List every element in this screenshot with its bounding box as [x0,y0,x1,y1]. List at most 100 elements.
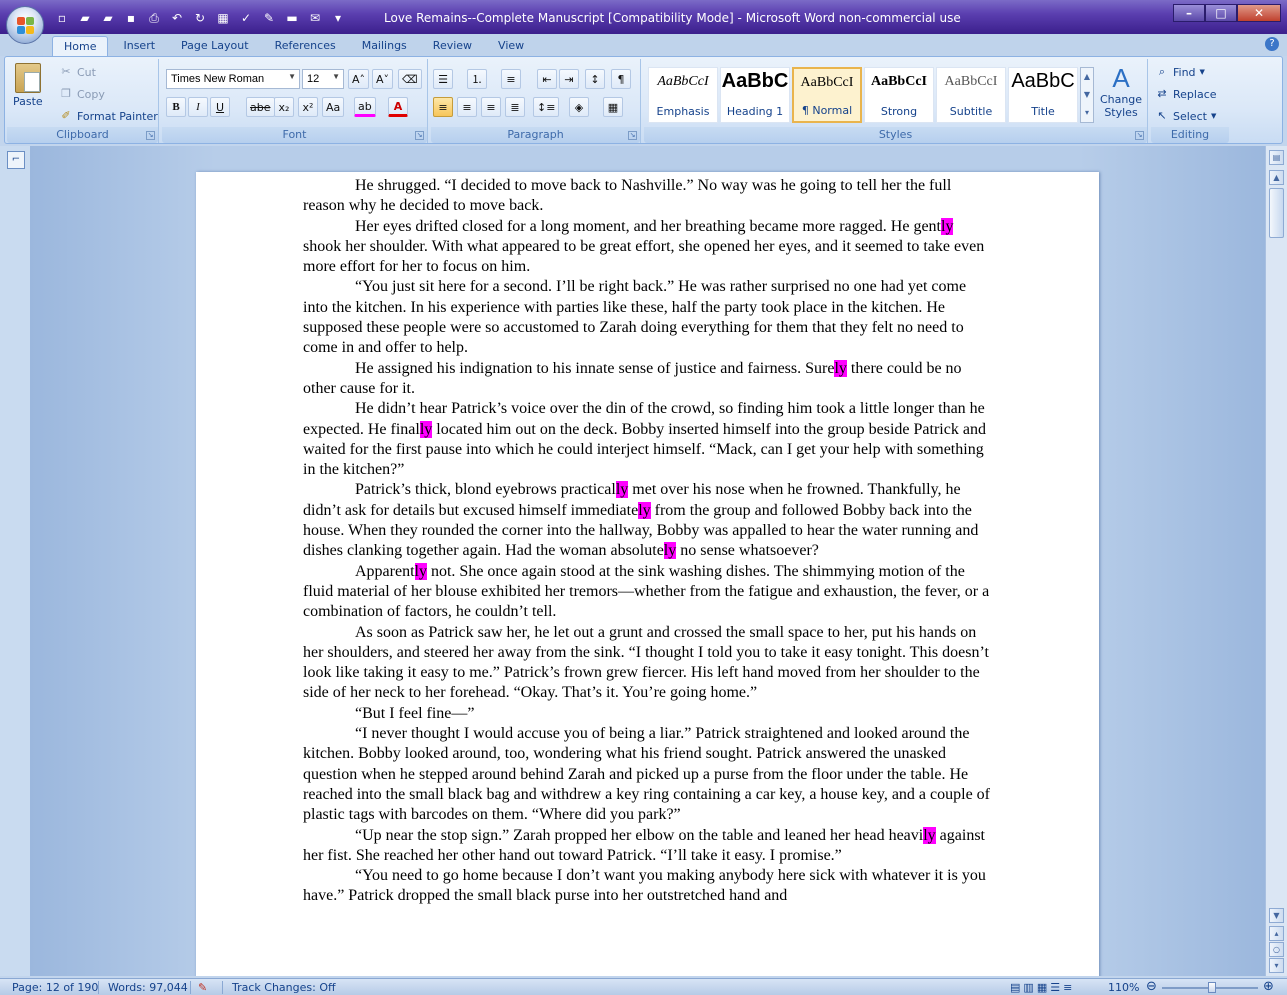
format-icon[interactable]: ✎ [259,9,279,27]
shading-button[interactable]: ◈ [569,97,589,117]
underline-button[interactable]: U [210,97,230,117]
align-center-button[interactable]: ≡ [457,97,477,117]
paragraph[interactable]: “You just sit here for a second. I’ll be… [303,277,993,358]
redo-icon[interactable]: ↻ [190,9,210,27]
font-size-box[interactable]: 12 ▼ [302,69,344,89]
style-heading-1[interactable]: AaBbC Heading 1 [720,67,790,123]
select-button[interactable]: ↖ Select ▼ [1155,109,1216,123]
zoom-slider-thumb[interactable] [1208,982,1216,993]
proofing-icon[interactable]: ✎ [198,981,207,994]
minimize-button[interactable]: – [1173,4,1205,22]
strikethrough-button[interactable]: abe [246,97,275,117]
zoom-out-icon[interactable]: ⊖ [1146,979,1157,994]
folder-icon[interactable]: ▬ [282,9,302,27]
open-icon[interactable]: ▰ [75,9,95,27]
draft-icon[interactable]: ≡ [1063,981,1075,994]
bullets-button[interactable]: ☰ [433,69,453,89]
copy-button[interactable]: ❐ Copy [59,87,105,101]
office-button[interactable] [6,6,44,44]
page-count[interactable]: Page: 12 of 190 [12,981,98,994]
full-screen-reading-icon[interactable]: ▥ [1023,981,1036,994]
paragraph-launcher-icon[interactable]: ↘ [628,131,637,140]
paragraph[interactable]: Patrick’s thick, blond eyebrows practica… [303,480,993,561]
new-document-icon[interactable]: ▫ [52,9,72,27]
paragraph[interactable]: He assigned his indignation to his innat… [303,359,993,400]
document-body[interactable]: He shrugged. “I decided to move back to … [303,176,993,907]
ruler-toggle-icon[interactable]: ⌐ [7,151,25,169]
sort-button[interactable]: ↕ [585,69,605,89]
open-folder-icon[interactable]: ▰ [98,9,118,27]
tab-references[interactable]: References [264,36,347,56]
more-styles-icon[interactable]: ▾ [1081,104,1093,122]
style-strong[interactable]: AaBbCcI Strong [864,67,934,123]
vertical-scrollbar[interactable]: ▤ ▲ ▼ ▴ ○ ▾ [1265,146,1287,976]
scroll-down-icon[interactable]: ▼ [1081,86,1093,104]
styles-scroll[interactable]: ▲ ▼ ▾ [1080,67,1094,123]
help-icon[interactable]: ? [1265,37,1279,51]
customize-qat-icon[interactable]: ▾ [328,9,348,27]
zoom-level[interactable]: 110% [1108,981,1139,994]
view-buttons[interactable]: ▤▥▦☰≡ [1010,981,1075,994]
undo-icon[interactable]: ↶ [167,9,187,27]
paste-button[interactable]: Paste [13,63,43,108]
select-browse-object-icon[interactable]: ○ [1269,942,1284,957]
save-icon[interactable]: ▪ [121,9,141,27]
paragraph[interactable]: “You need to go home because I don’t wan… [303,866,993,907]
increase-indent-button[interactable]: ⇥ [559,69,579,89]
shrink-font-button[interactable]: A˅ [372,69,394,89]
align-right-button[interactable]: ≡ [481,97,501,117]
tab-review[interactable]: Review [422,36,483,56]
tab-insert[interactable]: Insert [112,36,166,56]
change-styles-button[interactable]: A Change Styles [1098,63,1144,119]
next-page-icon[interactable]: ▾ [1269,958,1284,973]
styles-launcher-icon[interactable]: ↘ [1135,131,1144,140]
tab-mailings[interactable]: Mailings [351,36,418,56]
tab-home[interactable]: Home [52,36,109,56]
line-spacing-button[interactable]: ↕≡ [533,97,560,117]
superscript-button[interactable]: x² [298,97,318,117]
envelope-icon[interactable]: ✉ [305,9,325,27]
paragraph[interactable]: “But I feel fine—” [303,704,993,724]
paragraph[interactable]: He shrugged. “I decided to move back to … [303,176,993,217]
previous-page-icon[interactable]: ▴ [1269,926,1284,941]
paragraph[interactable]: “I never thought I would accuse you of b… [303,724,993,825]
paragraph[interactable]: Apparently not. She once again stood at … [303,562,993,623]
highlight-button[interactable]: ab [354,97,376,117]
show-formatting-button[interactable]: ¶ [611,69,631,89]
scroll-up-icon[interactable]: ▲ [1081,68,1093,86]
outline-icon[interactable]: ☰ [1050,981,1063,994]
style-normal[interactable]: AaBbCcI ¶ Normal [792,67,862,123]
numbering-button[interactable]: ⒈ [467,69,487,89]
maximize-button[interactable]: □ [1205,4,1237,22]
zoom-in-icon[interactable]: ⊕ [1263,979,1274,994]
print-icon[interactable]: ⎙ [144,9,164,27]
scroll-thumb[interactable] [1269,188,1284,238]
track-changes-status[interactable]: Track Changes: Off [232,981,336,994]
word-count[interactable]: Words: 97,044 [108,981,188,994]
paragraph[interactable]: “Up near the stop sign.” Zarah propped h… [303,826,993,867]
paragraph[interactable]: He didn’t hear Patrick’s voice over the … [303,399,993,480]
tab-view[interactable]: View [487,36,535,56]
bold-button[interactable]: B [166,97,186,117]
style-emphasis[interactable]: AaBbCcI Emphasis [648,67,718,123]
style-title[interactable]: AaBbC Title [1008,67,1078,123]
font-color-button[interactable]: A [388,97,408,117]
change-case-button[interactable]: Aa [322,97,345,117]
print-layout-icon[interactable]: ▤ [1010,981,1023,994]
justify-button[interactable]: ≣ [505,97,525,117]
font-name-box[interactable]: Times New Roman ▼ [166,69,300,89]
italic-button[interactable]: I [188,97,208,117]
format-painter-button[interactable]: ✐ Format Painter [59,109,157,123]
scroll-down-icon[interactable]: ▼ [1269,908,1284,923]
font-launcher-icon[interactable]: ↘ [415,131,424,140]
document-page[interactable]: He shrugged. “I decided to move back to … [196,172,1099,976]
close-button[interactable]: ✕ [1237,4,1281,22]
replace-button[interactable]: ⇄ Replace [1155,87,1216,101]
find-button[interactable]: ⌕ Find ▼ [1155,65,1205,79]
borders-button[interactable]: ▦ [603,97,623,117]
decrease-indent-button[interactable]: ⇤ [537,69,557,89]
cut-button[interactable]: ✂ Cut [59,65,96,79]
paragraph[interactable]: Her eyes drifted closed for a long momen… [303,217,993,278]
subscript-button[interactable]: x₂ [274,97,294,117]
page-setup-icon[interactable]: ▦ [213,9,233,27]
